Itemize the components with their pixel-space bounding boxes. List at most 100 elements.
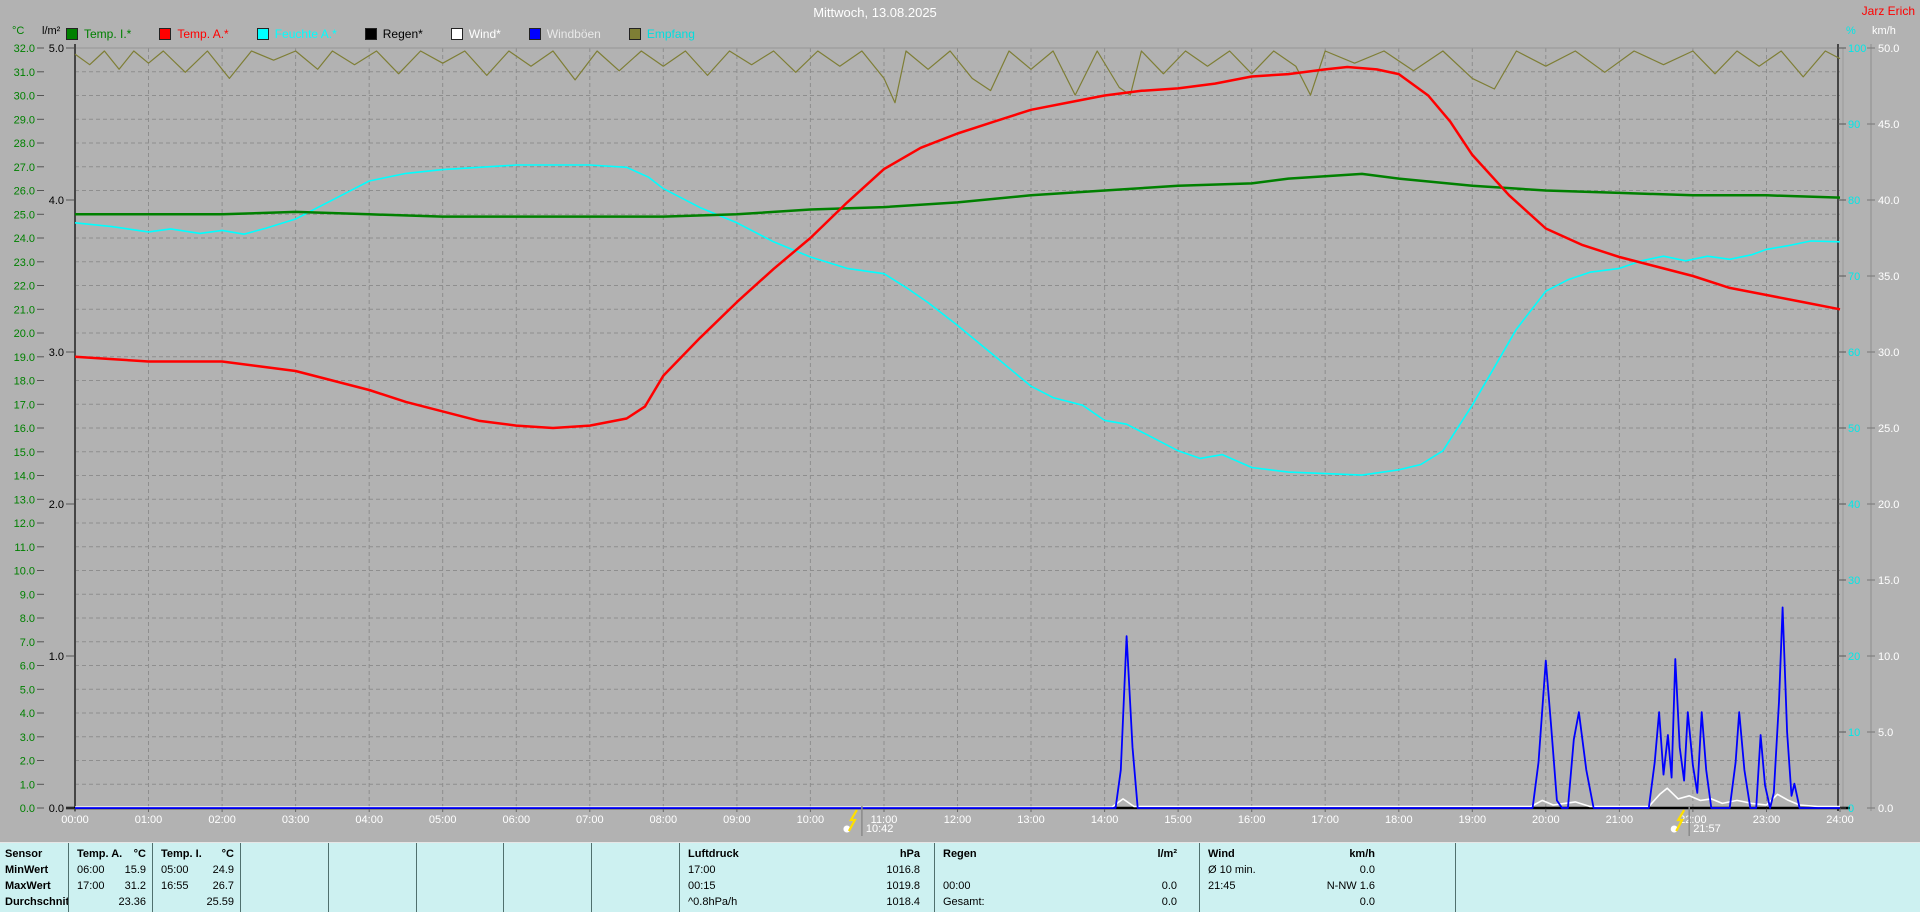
stats-column-empty (504, 843, 592, 912)
humidity-axis-tick-label: 10 (1848, 727, 1860, 739)
wind-axis-tick-label: 50.0 (1878, 43, 1899, 55)
temp-axis-tick-label: 27.0 (14, 162, 35, 174)
time-axis-tick-label: 03:00 (282, 814, 310, 826)
humidity-axis-tick-label: 90 (1848, 119, 1860, 131)
stats-cell: 31.2 (124, 880, 146, 892)
stats-cell: 26.7 (212, 880, 234, 892)
wind-axis-tick-label: 10.0 (1878, 651, 1899, 663)
temp-axis-tick-label: 17.0 (14, 399, 35, 411)
time-axis-tick-label: 21:00 (1606, 814, 1634, 826)
stats-cell: Regen (943, 848, 977, 860)
wind-axis-tick-label: 35.0 (1878, 271, 1899, 283)
wind-axis-tick-label: 25.0 (1878, 423, 1899, 435)
stats-cell: l/m² (1157, 848, 1177, 860)
stats-cell: Wind (1208, 848, 1235, 860)
time-axis-tick-label: 13:00 (1017, 814, 1045, 826)
temp-axis-tick-label: 14.0 (14, 471, 35, 483)
stats-cell: 00:15 (688, 880, 716, 892)
temp-axis-tick-label: 18.0 (14, 376, 35, 388)
stats-cell: 00:00 (943, 880, 971, 892)
stats-column-empty (592, 843, 680, 912)
time-axis-tick-label: 12:00 (944, 814, 972, 826)
temp-axis-tick-label: 5.0 (20, 684, 35, 696)
humidity-axis-tick-label: 20 (1848, 651, 1860, 663)
stats-cell: 0.0 (1359, 896, 1375, 908)
stats-cell: 25.59 (206, 896, 234, 908)
humidity-axis-tick-label: 30 (1848, 575, 1860, 587)
stats-cell: 1016.8 (886, 864, 920, 876)
stats-cell: 0.0 (1161, 880, 1177, 892)
stats-row-label: Sensor (5, 848, 43, 860)
humidity-axis-tick-label: 40 (1848, 499, 1860, 511)
temp-axis-tick-label: 30.0 (14, 91, 35, 103)
temp-axis-tick-label: 21.0 (14, 304, 35, 316)
humidity-axis-tick-label: 80 (1848, 195, 1860, 207)
temp-axis-tick-label: 23.0 (14, 257, 35, 269)
time-axis-tick-label: 02:00 (208, 814, 236, 826)
rain-axis-tick-label: 1.0 (49, 651, 64, 663)
temp-axis-tick-label: 24.0 (14, 233, 35, 245)
stats-cell: Temp. I. (161, 848, 202, 860)
stats-column-labels: Sensor MinWert MaxWert Durchschnitt (0, 843, 69, 912)
temp-axis-tick-label: 7.0 (20, 637, 35, 649)
rain-axis-tick-label: 3.0 (49, 347, 64, 359)
time-axis-tick-label: 10:00 (797, 814, 825, 826)
stats-column-empty (1456, 843, 1920, 912)
temp-axis-tick-label: 29.0 (14, 114, 35, 126)
stats-cell: 17:00 (688, 864, 716, 876)
time-axis-tick-label: 05:00 (429, 814, 457, 826)
stats-cell: Gesamt: (943, 896, 985, 908)
time-axis-tick-label: 20:00 (1532, 814, 1560, 826)
temp-axis-tick-label: 26.0 (14, 186, 35, 198)
temp-axis-tick-label: 25.0 (14, 209, 35, 221)
temp-axis-tick-label: 19.0 (14, 352, 35, 364)
wind-axis-tick-label: 45.0 (1878, 119, 1899, 131)
stats-cell: 05:00 (161, 864, 189, 876)
time-axis-tick-label: 01:00 (135, 814, 163, 826)
stats-row-label: MaxWert (5, 880, 51, 892)
humidity-axis-tick-label: 50 (1848, 423, 1860, 435)
rain-axis-tick-label: 2.0 (49, 499, 64, 511)
stats-cell: 1019.8 (886, 880, 920, 892)
stats-cell: N-NW 1.6 (1326, 880, 1375, 892)
marker-lightning-icon (847, 809, 858, 832)
time-axis-tick-label: 04:00 (355, 814, 383, 826)
temp-axis-tick-label: 2.0 (20, 756, 35, 768)
y-axis-percent-ticks: 0102030405060708090100 (1838, 43, 1866, 815)
stats-column-temp-a: Temp. A. °C 06:00 15.9 17:00 31.2 23.36 (69, 843, 153, 912)
stats-column-empty (241, 843, 329, 912)
stats-cell: 15.9 (124, 864, 146, 876)
stats-cell: 0.0 (1359, 864, 1375, 876)
temp-axis-tick-label: 9.0 (20, 589, 35, 601)
stats-cell: 17:00 (77, 880, 105, 892)
stats-row-label: MinWert (5, 864, 49, 876)
humidity-axis-tick-label: 60 (1848, 347, 1860, 359)
time-axis-tick-label: 18:00 (1385, 814, 1413, 826)
temp-axis-tick-label: 28.0 (14, 138, 35, 150)
stats-cell: Luftdruck (688, 848, 739, 860)
time-axis-tick-label: 00:00 (61, 814, 89, 826)
wind-axis-tick-label: 0.0 (1878, 803, 1893, 815)
time-axis-tick-label: 06:00 (503, 814, 531, 826)
wind-axis-tick-label: 40.0 (1878, 195, 1899, 207)
y-axis-rain-ticks: 0.01.02.03.04.05.0 (49, 43, 74, 815)
wind-axis-tick-label: 15.0 (1878, 575, 1899, 587)
temp-axis-tick-label: 10.0 (14, 566, 35, 578)
stats-cell: 24.9 (212, 864, 234, 876)
humidity-axis-tick-label: 100 (1848, 43, 1866, 55)
x-axis-ticks: 00:00 01:00 02:00 03:00 04:00 05:00 06:00 07:00… (61, 808, 1854, 826)
stats-column-regen: Regen l/m² 00:00 0.0 Gesamt: 0.0 (935, 843, 1200, 912)
stats-cell: °C (133, 848, 146, 860)
temp-axis-tick-label: 0.0 (20, 803, 35, 815)
time-axis-tick-label: 16:00 (1238, 814, 1266, 826)
stats-column-empty (417, 843, 504, 912)
temp-axis-tick-label: 1.0 (20, 779, 35, 791)
stats-cell: 0.0 (1161, 896, 1177, 908)
y-axis-temp-ticks: 0.0 1.0 2.0 3.0 4.0 5.0 6.0 7.0 8.0 9.0 10.0 11.0 12… (14, 43, 44, 815)
stats-table: Sensor MinWert MaxWert Durchschnitt Temp. A.… (0, 842, 1920, 912)
temp-axis-tick-label: 15.0 (14, 447, 35, 459)
time-axis-tick-label: 19:00 (1459, 814, 1487, 826)
temp-axis-tick-label: 3.0 (20, 732, 35, 744)
temp-axis-tick-label: 8.0 (20, 613, 35, 625)
time-axis-tick-label: 24:00 (1826, 814, 1854, 826)
